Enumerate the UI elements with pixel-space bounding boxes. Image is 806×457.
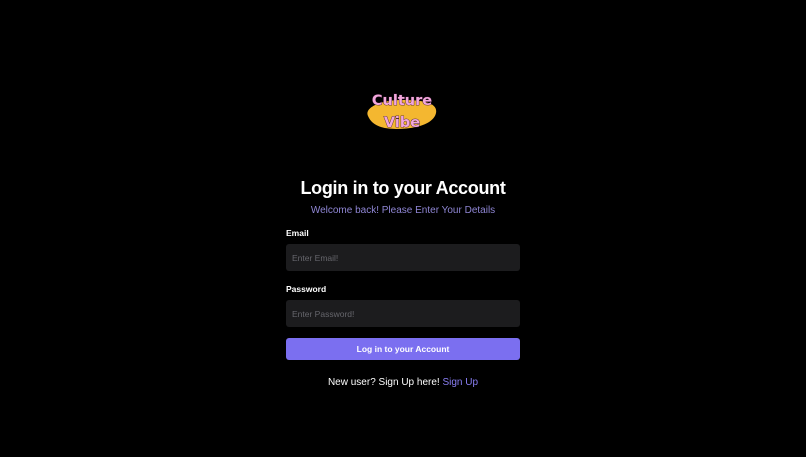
logo-line2: Vibe xyxy=(384,115,420,131)
culture-vibe-logo: Culture Vibe xyxy=(362,86,442,134)
signup-prompt-line: New user? Sign Up here! Sign Up xyxy=(0,376,806,390)
page-subtitle: Welcome back! Please Enter Your Details xyxy=(310,205,496,216)
password-input[interactable] xyxy=(286,300,520,327)
login-page: Culture Vibe Login in to your Account We… xyxy=(0,0,806,457)
email-input[interactable] xyxy=(286,244,520,271)
page-title: Login in to your Account xyxy=(300,178,506,198)
signup-link[interactable]: Sign Up xyxy=(442,377,478,388)
signup-prompt-text: New user? Sign Up here! xyxy=(327,377,440,388)
email-label: Email xyxy=(286,228,309,238)
login-button[interactable]: Log in to your Account xyxy=(286,338,520,360)
password-label: Password xyxy=(286,284,327,294)
logo-line1: Culture xyxy=(372,93,432,109)
